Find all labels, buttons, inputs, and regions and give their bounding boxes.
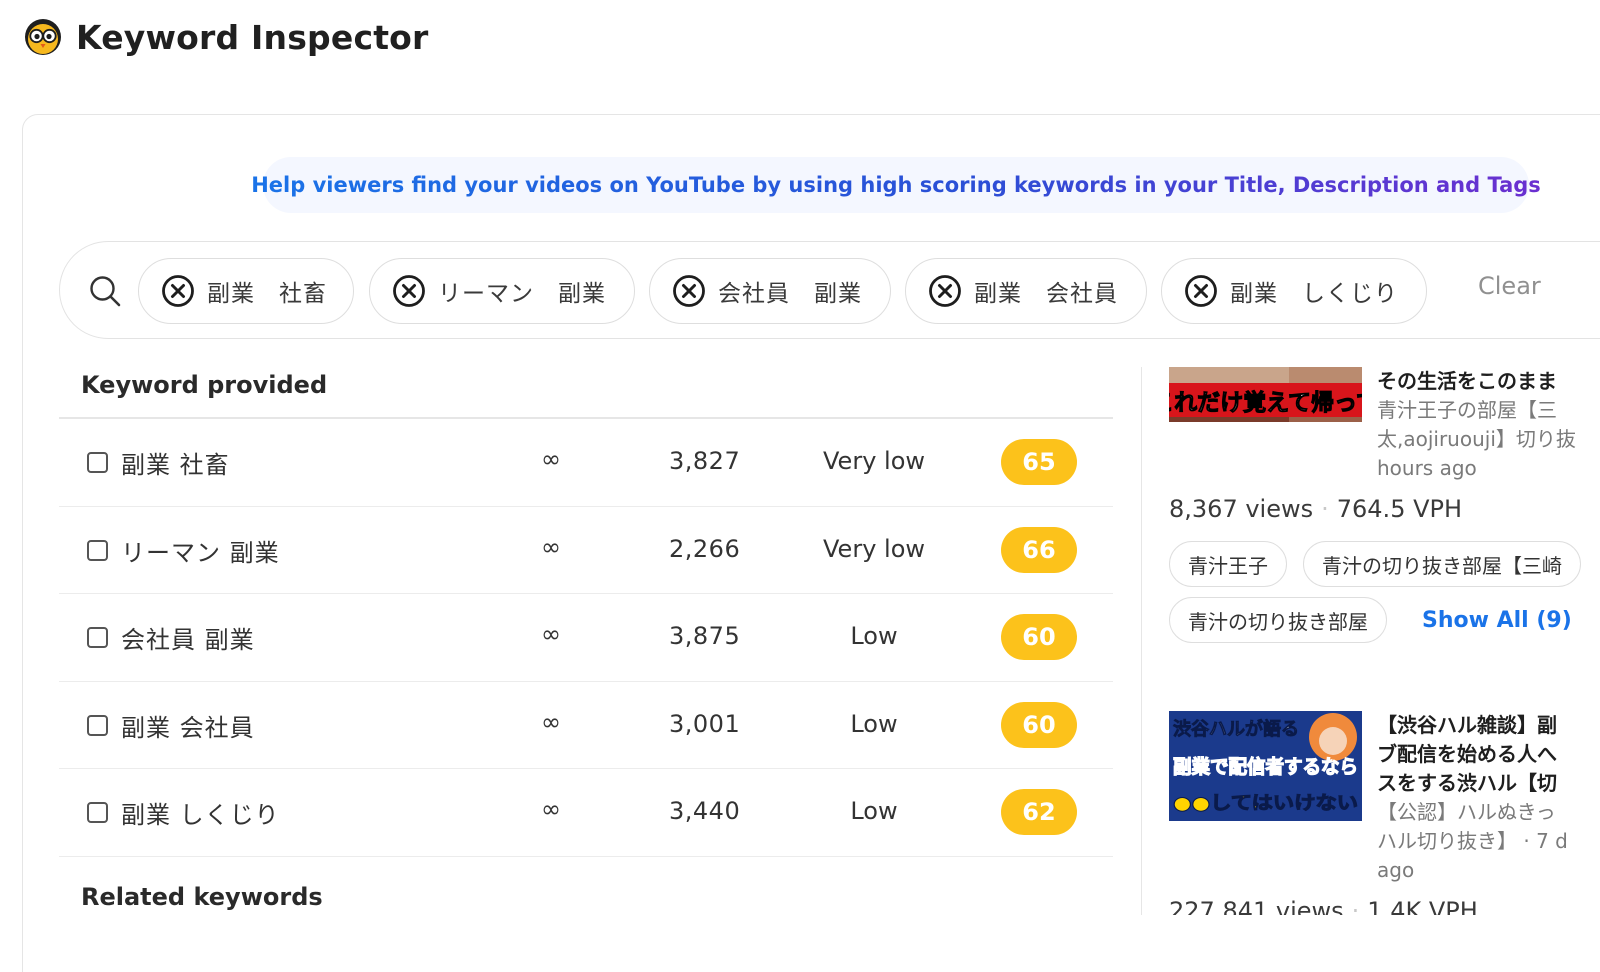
keyword-chip[interactable]: 副業 社畜: [138, 258, 354, 324]
owl-logo-icon: [25, 19, 61, 55]
separator-dot: ·: [1351, 897, 1360, 915]
help-banner-text: Help viewers find your videos on YouTube…: [251, 173, 1541, 197]
keyword-chip[interactable]: 副業 会社員: [905, 258, 1147, 324]
video-thumbnail[interactable]: 渋谷ハルが語る 副業で配信者するなら ●●してはいけない: [1169, 711, 1362, 821]
thumbnail-caption: 副業で配信者するなら: [1173, 755, 1358, 778]
search-volume: 3,001: [669, 709, 741, 738]
keyword-chip[interactable]: リーマン 副業: [369, 258, 635, 324]
search-volume: 3,827: [669, 447, 741, 475]
thumbnail-caption: これだけ覚えて帰って: [1169, 390, 1362, 416]
keyword-checkbox[interactable]: [87, 802, 108, 823]
table-row: 副業 社畜 ∞ 3,827 Very low 65: [59, 419, 1113, 507]
keyword-chip-label: 副業 会社員: [974, 281, 1118, 307]
table-row: 副業 会社員 ∞ 3,001 Low 60: [59, 682, 1113, 769]
video-results-pane: これだけ覚えて帰って その生活をこのまま 青汁王子の部屋【三 太,aojiruo…: [1141, 367, 1600, 915]
score-badge: 66: [1001, 526, 1077, 573]
score-badge: 62: [1001, 789, 1077, 835]
view-count: 8,367 views: [1169, 495, 1314, 523]
remove-chip-icon[interactable]: [928, 274, 962, 308]
thumbnail-caption: 渋谷ハルが語る: [1173, 718, 1299, 740]
video-stats: 227,841 views · 1.4K VPH: [1169, 897, 1478, 915]
competition-level: Very low: [823, 447, 925, 475]
trend-value: ∞: [541, 707, 561, 736]
video-channel: ハル切り抜き】 · 7 d: [1377, 829, 1568, 853]
keyword-provided-heading: Keyword provided: [81, 371, 328, 399]
video-title[interactable]: スをする渋ハル【切: [1377, 769, 1557, 798]
trend-value: ∞: [541, 795, 561, 823]
trend-value: ∞: [541, 445, 561, 473]
score-badge: 65: [1001, 439, 1077, 485]
search-volume: 2,266: [669, 534, 741, 563]
app-header: Keyword Inspector: [24, 14, 429, 60]
show-all-tags-link[interactable]: Show All (9): [1422, 608, 1572, 633]
clear-button[interactable]: Clear: [1478, 272, 1541, 300]
keyword-text: 会社員 副業: [121, 626, 255, 654]
keyword-text: 副業 社畜: [121, 451, 230, 479]
video-tag[interactable]: 青汁の切り抜き部屋: [1169, 597, 1387, 643]
view-count: 227,841 views: [1169, 897, 1344, 915]
remove-chip-icon[interactable]: [672, 274, 706, 308]
views-per-hour: 1.4K VPH: [1367, 897, 1478, 915]
video-thumbnail-art: 渋谷ハルが語る 副業で配信者するなら ●●してはいけない: [1169, 711, 1362, 821]
views-per-hour: 764.5 VPH: [1336, 495, 1463, 523]
video-tag[interactable]: 青汁の切り抜き部屋【三崎: [1303, 541, 1581, 587]
trend-value: ∞: [541, 532, 561, 561]
keyword-chip-label: 副業 社畜: [207, 281, 327, 307]
keyword-chip-label: リーマン 副業: [438, 281, 606, 307]
keyword-chip[interactable]: 副業 しくじり: [1161, 258, 1427, 324]
table-row: 副業 しくじり ∞ 3,440 Low 62: [59, 769, 1113, 857]
keyword-checkbox[interactable]: [87, 539, 108, 561]
main-card: Help viewers find your videos on YouTube…: [22, 114, 1600, 972]
video-thumbnail[interactable]: これだけ覚えて帰って: [1169, 367, 1362, 422]
video-stats: 8,367 views · 764.5 VPH: [1169, 495, 1462, 523]
competition-level: Very low: [823, 534, 925, 563]
trend-value: ∞: [541, 620, 561, 648]
competition-level: Low: [850, 622, 898, 650]
separator-dot: ·: [1321, 495, 1329, 523]
keyword-chip[interactable]: 会社員 副業: [649, 258, 891, 324]
keyword-checkbox[interactable]: [87, 452, 108, 473]
video-tag[interactable]: 青汁王子: [1169, 541, 1287, 587]
table-row: リーマン 副業 ∞ 2,266 Very low 66: [59, 507, 1113, 594]
keyword-chip-label: 副業 しくじり: [1230, 281, 1398, 307]
search-volume: 3,875: [669, 622, 741, 650]
table-row: 会社員 副業 ∞ 3,875 Low 60: [59, 594, 1113, 682]
video-channel: 太,aojiruouji】切り抜: [1377, 427, 1576, 451]
keyword-text: 副業 しくじり: [121, 801, 280, 829]
help-banner: Help viewers find your videos on YouTube…: [251, 157, 1541, 213]
video-age: hours ago: [1377, 456, 1477, 480]
video-age: ago: [1377, 858, 1415, 882]
keyword-text: 副業 会社員: [121, 713, 255, 742]
competition-level: Low: [850, 797, 898, 825]
video-title[interactable]: ブ配信を始める人へ: [1377, 740, 1557, 769]
competition-level: Low: [850, 709, 898, 738]
keyword-checkbox[interactable]: [87, 627, 108, 648]
thumbnail-caption: ●●してはいけない: [1173, 793, 1358, 814]
remove-chip-icon[interactable]: [392, 274, 426, 308]
keyword-search-bar[interactable]: 副業 社畜 リーマン 副業 会社員 副業 副業 会社員 副業 しくじり Clea…: [59, 241, 1600, 339]
score-badge: 60: [1001, 614, 1077, 660]
search-icon[interactable]: [88, 274, 122, 308]
remove-chip-icon[interactable]: [1184, 274, 1218, 308]
video-thumbnail-art: これだけ覚えて帰って: [1169, 367, 1362, 422]
video-title[interactable]: その生活をこのまま: [1377, 367, 1557, 396]
video-title[interactable]: 【渋谷ハル雑談】副: [1377, 711, 1557, 740]
related-keywords-heading: Related keywords: [81, 883, 323, 911]
keyword-table: 副業 社畜 ∞ 3,827 Very low 65 リーマン 副業 ∞ 2,26…: [59, 417, 1113, 857]
keyword-chip-label: 会社員 副業: [718, 281, 862, 307]
keyword-text: リーマン 副業: [121, 538, 280, 567]
keyword-checkbox[interactable]: [87, 714, 108, 736]
app-title: Keyword Inspector: [76, 17, 429, 57]
video-channel: 【公認】ハルぬきっ: [1377, 800, 1556, 824]
remove-chip-icon[interactable]: [161, 274, 195, 308]
score-badge: 60: [1001, 701, 1077, 748]
video-channel: 青汁王子の部屋【三: [1377, 398, 1557, 422]
search-volume: 3,440: [669, 797, 741, 825]
